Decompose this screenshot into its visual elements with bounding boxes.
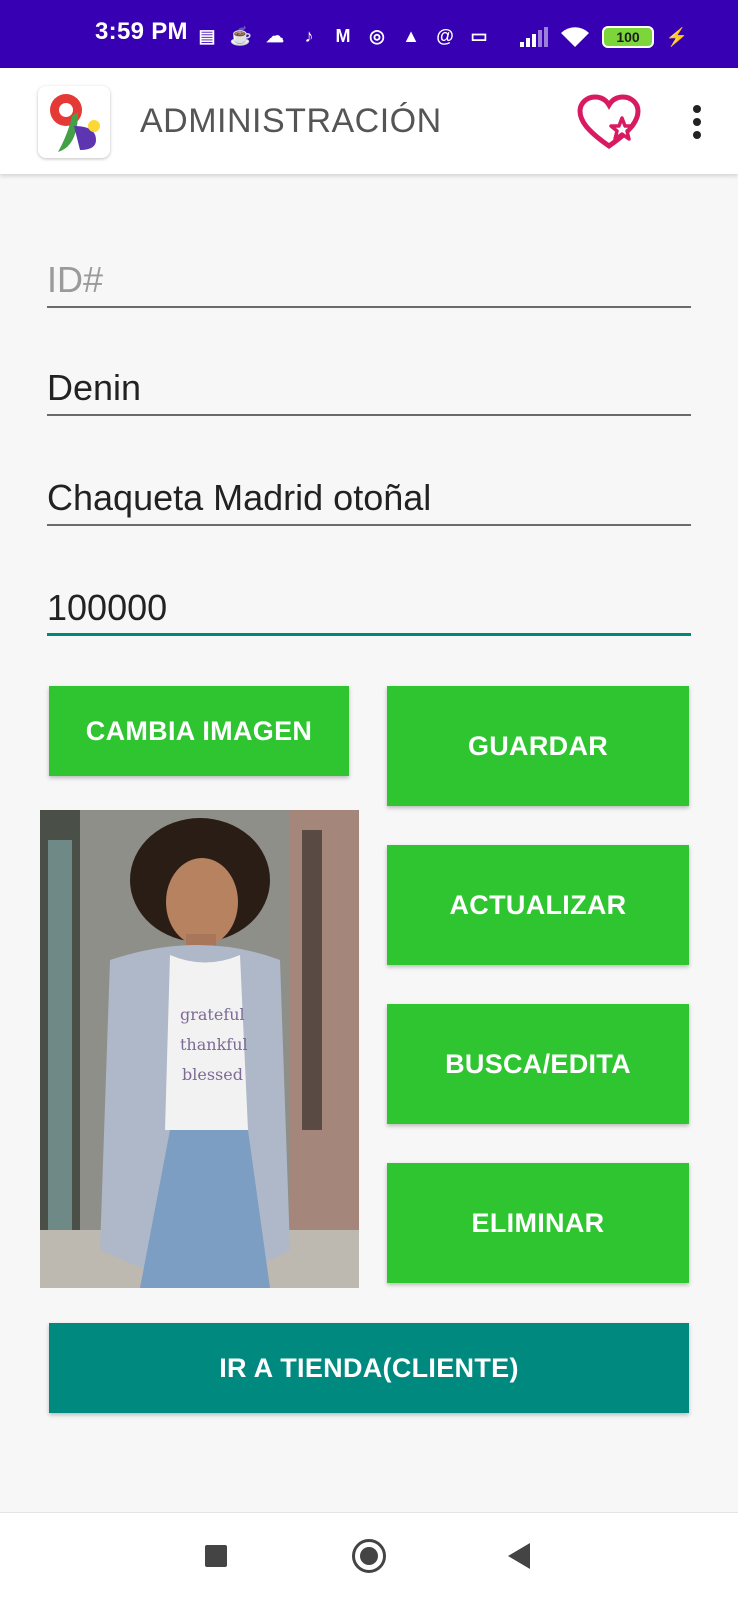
product-image: grateful thankful blessed <box>40 810 359 1288</box>
app-bar: ADMINISTRACIÓN <box>0 68 738 174</box>
signal-icon <box>520 27 548 47</box>
back-icon[interactable] <box>508 1543 530 1569</box>
gmail-icon: M <box>335 26 351 46</box>
charging-icon: ⚡ <box>665 27 689 47</box>
system-status-icons: 100 ⚡ <box>520 26 688 48</box>
app-logo <box>38 86 110 158</box>
cloud-icon: ☁ <box>266 26 284 46</box>
headset-icon: ◎ <box>369 26 385 46</box>
go-to-store-button[interactable]: IR A TIENDA(CLIENTE) <box>49 1323 689 1413</box>
tiktok-icon: ♪ <box>304 26 314 46</box>
home-icon[interactable] <box>352 1539 386 1573</box>
wifi-icon <box>561 27 589 47</box>
status-time: 3:59 PM <box>95 18 188 45</box>
system-navigation-bar <box>0 1512 738 1600</box>
status-bar: 3:59 PM ▤ ☕ ☁ ♪ M ◎ ▲ @ ▭ 100 ⚡ <box>0 0 738 68</box>
page-title: ADMINISTRACIÓN <box>140 102 442 140</box>
category-field[interactable]: Denin <box>47 356 691 416</box>
svg-text:grateful: grateful <box>180 1005 245 1024</box>
price-field[interactable]: 100000 <box>47 576 691 636</box>
svg-text:blessed: blessed <box>182 1065 243 1084</box>
message-icon: ▤ <box>198 26 216 46</box>
svg-text:thankful: thankful <box>180 1035 248 1054</box>
update-button[interactable]: ACTUALIZAR <box>387 845 689 965</box>
battery-icon: 100 <box>602 26 654 48</box>
delete-button[interactable]: ELIMINAR <box>387 1163 689 1283</box>
java-icon: ☕ <box>229 26 253 46</box>
change-image-button[interactable]: CAMBIA IMAGEN <box>49 686 349 776</box>
at-icon: @ <box>436 26 454 46</box>
adobe-icon: ▲ <box>402 26 420 46</box>
overflow-menu-icon[interactable] <box>682 100 712 144</box>
recents-icon[interactable] <box>205 1545 227 1567</box>
favorites-heart-icon[interactable] <box>576 94 642 150</box>
laptop-icon: ▭ <box>470 26 488 46</box>
product-name-field[interactable]: Chaqueta Madrid otoñal <box>47 466 691 526</box>
id-field[interactable]: ID# <box>47 248 691 308</box>
save-button[interactable]: GUARDAR <box>387 686 689 806</box>
search-edit-button[interactable]: BUSCA/EDITA <box>387 1004 689 1124</box>
notification-icons: ▤ ☕ ☁ ♪ M ◎ ▲ @ ▭ <box>196 26 490 46</box>
